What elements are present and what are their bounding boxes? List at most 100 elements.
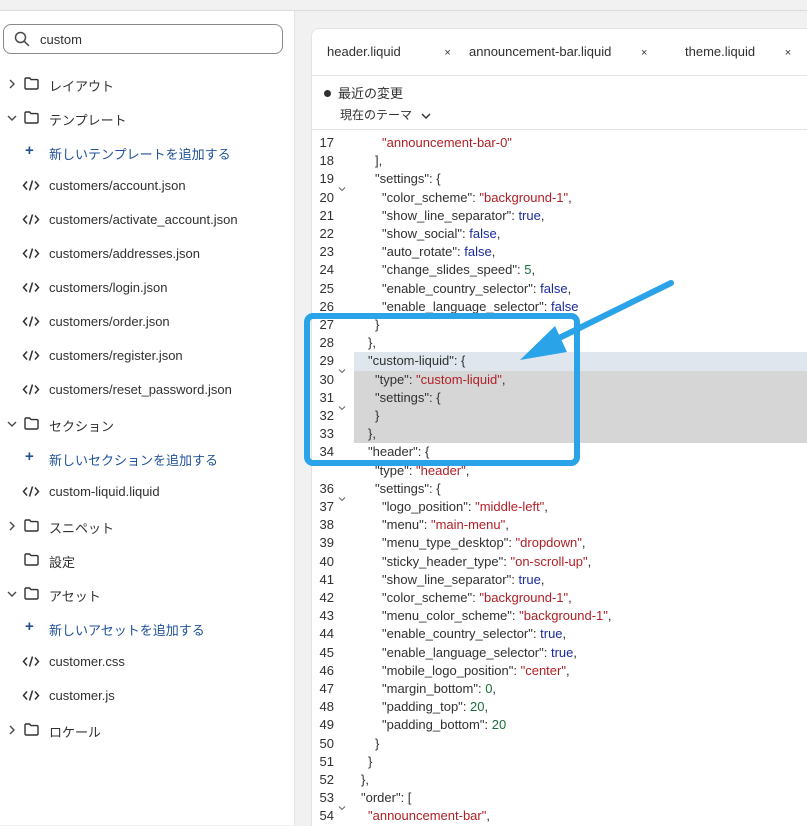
recent-changes[interactable]: 最近の変更 [324,83,403,102]
chevron-down-icon[interactable] [6,588,18,600]
tab-header-liquid[interactable]: header.liquid × [327,44,451,59]
top-bar [0,0,807,11]
file-item[interactable]: customers/register.json [0,344,294,368]
file-item[interactable]: custom-liquid.liquid [0,480,294,504]
file-item[interactable]: customer.js [0,684,294,708]
code-token: "dropdown" [515,535,582,551]
chevron-right-icon[interactable] [6,520,18,532]
code-text: "padding_top": 20, [382,698,488,716]
folder-icon [24,723,39,736]
fold-chevron-icon[interactable] [338,799,346,811]
tab-label: header.liquid [327,44,401,59]
folder-item[interactable]: レイアウト [0,72,294,96]
code-token: , [540,571,545,587]
code-token: , [531,262,536,278]
code-text: "auto_rotate": false, [382,243,495,261]
chevron-down-icon[interactable] [6,112,18,124]
tree-item-label: テンプレート [49,113,127,128]
file-item[interactable]: customers/order.json [0,310,294,334]
code-text: "enable_language_selector": true, [382,644,577,662]
line-number: 42 [319,590,334,605]
code-editor: header.liquid × announcement-bar.liquid … [311,28,807,826]
code-text: "custom-liquid": { [368,352,465,370]
code-token: "mobile_logo_position" [382,662,514,678]
code-token: "custom-liquid" [368,353,454,369]
code-token: "settings" [375,480,430,496]
chevron-right-icon[interactable] [6,78,18,90]
code-area[interactable]: 17 "announcement-bar-0" 18], 19 "settings": … [312,129,807,826]
fold-chevron-icon[interactable] [338,180,346,192]
folder-item[interactable]: テンプレート [0,106,294,130]
chevron-right-icon[interactable] [6,724,18,736]
code-token: , [496,226,501,241]
fold-chevron-icon[interactable] [338,453,346,465]
code-text: } [375,735,379,753]
close-icon[interactable]: × [444,47,450,59]
file-item[interactable]: customers/reset_password.json [0,378,294,402]
close-icon[interactable]: × [785,47,791,59]
file-item[interactable]: customers/activate_account.json [0,208,294,232]
tree-item-label: スニペット [49,521,115,536]
code-token: false [469,226,497,241]
code-line: 19 "settings": { [312,170,807,192]
folder-item[interactable]: ロケール [0,718,294,742]
folder-item[interactable]: スニペット [0,514,294,538]
theme-version-select[interactable]: 現在のテーマ [340,106,431,123]
plus-icon: + [25,142,34,159]
file-item[interactable]: customer.css [0,650,294,674]
code-token: "color_scheme" [382,189,473,205]
code-token: "center" [520,662,566,678]
code-line: 46 "mobile_logo_position": "center", [312,662,807,680]
code-token: "background-1" [519,608,608,624]
folder-item[interactable]: アセット [0,582,294,606]
file-item[interactable]: customers/addresses.json [0,242,294,266]
code-token: , [540,207,545,223]
close-icon[interactable]: × [641,47,647,59]
code-token: "enable_country_selector" [382,280,533,296]
fold-chevron-icon[interactable] [338,490,346,502]
code-token: , [491,244,496,260]
code-token: , [562,626,567,642]
add-file-link[interactable]: + 新しいテンプレートを追加する [0,140,294,164]
search-input[interactable] [40,30,270,48]
code-token: , [484,699,489,715]
code-token: : [462,699,471,715]
fold-chevron-icon[interactable] [338,399,346,411]
fold-chevron-icon[interactable] [338,362,346,374]
code-token: }, [368,426,376,442]
tree-item-label: 新しいテンプレートを追加する [49,147,231,162]
code-line: 52}, [312,771,807,789]
code-text: "enable_country_selector": false, [382,280,571,298]
add-file-link[interactable]: + 新しいセクションを追加する [0,446,294,470]
code-text: "announcement-bar-0" [382,134,512,152]
code-token: , [544,499,548,514]
code-file-icon [22,179,40,192]
folder-icon [24,77,39,90]
code-token: "on-scroll-up" [510,553,588,569]
code-line: 22 "show_social": false, [312,225,807,243]
code-line: 28}, [312,334,807,352]
code-text: "menu": "main-menu", [382,516,509,534]
tab-announcement-bar-liquid[interactable]: announcement-bar.liquid × [469,44,647,59]
code-token: : { [429,480,441,496]
tab-theme-liquid[interactable]: theme.liquid × [685,44,791,59]
code-token: "type" [375,462,409,478]
search-box[interactable] [3,24,283,54]
code-file-icon [22,689,40,702]
line-number: 46 [319,662,334,678]
add-file-link[interactable]: + 新しいアセットを追加する [0,616,294,640]
tree-item-label: customers/addresses.json [49,246,201,261]
code-token: : [423,517,431,533]
chevron-down-icon[interactable] [6,418,18,430]
line-number: 25 [319,280,334,296]
plus-icon: + [25,618,34,635]
line-number: 17 [319,135,334,150]
file-item[interactable]: customers/account.json [0,174,294,198]
line-number: 38 [319,517,334,533]
file-item[interactable]: customers/login.json [0,276,294,300]
code-file-icon [22,281,40,294]
folder-item[interactable]: 設定 [0,548,294,572]
folder-item[interactable]: セクション [0,412,294,436]
code-line: 45 "enable_language_selector": true, [312,644,807,662]
code-token: , [505,517,509,533]
